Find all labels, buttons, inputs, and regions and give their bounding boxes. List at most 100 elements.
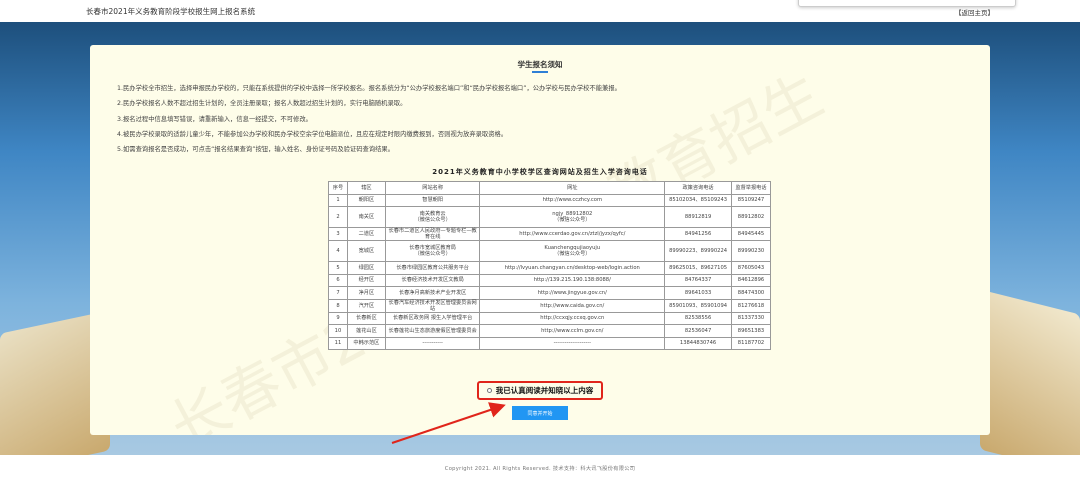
table-row: 8 汽开区 长春汽车经济技术开发区管理委员会网站 http://www.caida.g… (328, 298, 771, 313)
top-bar: 长春市2021年义务教育阶段学校报生网上报名系统 【返回主页】 (0, 0, 1080, 22)
book-decoration-right (980, 289, 1080, 475)
cell-url[interactable]: http://ccxqjy.ccxq.gov.cn (479, 311, 666, 325)
cell-no: 1 (328, 193, 348, 207)
cell-report: 81337330 (731, 311, 771, 325)
cell-district: 二道区 (346, 227, 386, 241)
cell-district: 汽开区 (346, 298, 386, 313)
rule-item: 4.被民办学校录取的适龄儿童少年，不能参加公办学校和民办学校空余学位电脑派位，且… (117, 130, 508, 138)
cell-policy: 84764337 (664, 273, 732, 287)
table-row: 7 净月区 长春净月高新技术产业开发区 http://www.jingyue.gov.… (328, 286, 771, 300)
table-row: 3 二道区 长春市二道区人民政府—专题专栏—教育在线 http://www.ccerd… (328, 227, 771, 241)
cell-url[interactable]: http://lvyuan.changyan.cn/desktop-web/lo… (479, 261, 666, 275)
cell-district: 净月区 (346, 286, 386, 300)
rule-item: 3.报名过程中信息填写错误，请重新输入，信息一经提交，不可修改。 (117, 115, 312, 123)
district-text: 长春新区 (356, 315, 377, 322)
table-row: 11 中韩示范区 ----------- -------------------- 13… (328, 336, 771, 350)
site-sub-text: （微信公众号） (414, 217, 451, 223)
cell-site: ----------- (384, 336, 481, 350)
back-home-link[interactable]: 【返回主页】 (955, 7, 994, 17)
url-sub-text: （微信公众号） (554, 217, 591, 223)
cell-url[interactable]: -------------------- (479, 336, 666, 350)
cell-url[interactable]: http://www.jingyue.gov.cn/ (479, 286, 666, 300)
cell-url[interactable]: http://www.caida.gov.cn/ (479, 298, 666, 313)
dropdown-panel[interactable] (798, 0, 1016, 7)
cell-policy: 82536047 (664, 324, 732, 338)
site-text: 长春净月高新技术产业开发区 (398, 289, 467, 296)
table-row: 5 绿园区 长春市绿园区教育公共服务平台 http://lvyuan.changyan… (328, 261, 771, 275)
policy-text: 89625015、89627105 (669, 264, 728, 271)
no-text: 1 (336, 197, 340, 204)
cell-report: 81187702 (731, 336, 771, 350)
policy-text: 89641033 (684, 289, 712, 296)
agree-checkbox[interactable] (486, 388, 492, 393)
district-text: 莲花山区 (356, 327, 377, 334)
cell-policy: 85102034、85109243 (664, 193, 732, 207)
agree-label: 我已认真阅读并知晓以上内容 (495, 386, 594, 395)
no-text: 6 (336, 277, 340, 284)
cell-district: 莲花山区 (346, 324, 386, 338)
system-title: 长春市2021年义务教育阶段学校报生网上报名系统 (86, 7, 256, 16)
cell-no: 7 (328, 286, 348, 300)
url-text: -------------------- (553, 340, 591, 347)
policy-text: 13844830746 (679, 340, 717, 347)
site-sub-text: （微信公众号） (414, 251, 451, 257)
column-header: 监督举报电话 (731, 181, 771, 195)
url-sub-text: （微信公众号） (554, 251, 591, 257)
notice-card: 长春市2021年义务教育招生 学生报名须知 1.民办学校全市招生，选择申报民办学… (90, 45, 990, 435)
policy-text: 84941256 (684, 231, 712, 237)
cell-url[interactable]: http://www.cclm.gov.cn/ (479, 324, 666, 338)
cell-policy: 88912819 (664, 206, 732, 228)
url-text: http://www.caida.gov.cn/ (540, 302, 605, 309)
cell-site: 长春市绿园区教育公共服务平台 (384, 261, 481, 275)
report-text: 84612896 (737, 277, 765, 284)
report-text: 88912802 (737, 214, 765, 220)
cell-url[interactable]: ngjy_88912802 （微信公众号） (479, 206, 666, 228)
no-text: 9 (336, 315, 340, 322)
column-header: 政策咨询电话 (664, 181, 732, 195)
cell-url[interactable]: http://www.cczhcy.com (479, 193, 666, 207)
district-text: 二道区 (358, 231, 375, 237)
cell-url[interactable]: http://www.ccerdao.gov.cn/ztzl/jyzx/qyfc… (479, 227, 666, 241)
contact-table: 序号 辖区 网站名称 网址 政策咨询电话 监督举报电话 1 朝阳区 智慧朝阳 http://ww… (328, 181, 771, 350)
report-text: 81187702 (737, 340, 765, 347)
rule-item: 1.民办学校全市招生，选择申报民办学校的，只能在系统提供的学校中选择一所学校报名… (117, 85, 621, 92)
cell-report: 88474300 (731, 286, 771, 300)
report-text: 84945445 (737, 231, 765, 237)
cell-report: 85109247 (731, 193, 771, 207)
cell-site: 长春市宽城区教育局 （微信公众号） (384, 240, 481, 262)
district-text: 南关区 (358, 214, 375, 220)
rule-item: 2.民办学校报名人数不超过招生计划的，全员注册录取；报名人数超过招生计划的，实行… (117, 100, 407, 108)
cell-site: 长春汽车经济技术开发区管理委员会网站 (384, 298, 481, 313)
district-text: 宽城区 (358, 248, 375, 254)
policy-text: 85102034、85109243 (669, 197, 728, 204)
agree-start-button[interactable]: 同意并开始 (512, 406, 568, 420)
footer: Copyright 2021. All Rights Reserved. 技术支… (0, 455, 1080, 496)
notice-title: 学生报名须知 (517, 60, 563, 69)
district-text: 中韩示范区 (353, 340, 380, 347)
agree-checkbox-row[interactable]: 我已认真阅读并知晓以上内容 (477, 381, 603, 400)
cell-no: 11 (328, 336, 348, 350)
cell-policy: 89625015、89627105 (664, 261, 732, 275)
cell-district: 经开区 (346, 273, 386, 287)
cell-site: 智慧朝阳 (384, 193, 481, 207)
cell-no: 2 (328, 206, 348, 228)
report-text: 89990230 (737, 248, 765, 254)
site-text: 智慧朝阳 (422, 197, 444, 204)
cell-report: 81276618 (731, 298, 771, 313)
url-text: http://www.cclm.gov.cn/ (541, 327, 604, 334)
column-header: 序号 (328, 181, 348, 195)
no-text: 8 (336, 302, 340, 309)
table-header-row: 序号 辖区 网站名称 网址 政策咨询电话 监督举报电话 (328, 181, 771, 195)
report-text: 89651383 (737, 327, 765, 334)
policy-text: 88912819 (684, 214, 712, 220)
policy-text: 82536047 (684, 327, 712, 334)
district-text: 朝阳区 (358, 197, 375, 204)
cell-no: 10 (328, 324, 348, 338)
cell-report: 84945445 (731, 227, 771, 241)
cell-no: 6 (328, 273, 348, 287)
rule-item: 5.如需查询报名是否成功，可点击“报名结果查询”按钮，输入姓名、身份证号码及验证… (117, 146, 395, 154)
policy-text: 82538556 (684, 315, 712, 322)
cell-url[interactable]: http://139.215.190.138:8088/ (479, 273, 666, 287)
cell-url[interactable]: Kuanchengqujiaoyuju （微信公众号） (479, 240, 666, 262)
cell-district: 中韩示范区 (346, 336, 386, 350)
